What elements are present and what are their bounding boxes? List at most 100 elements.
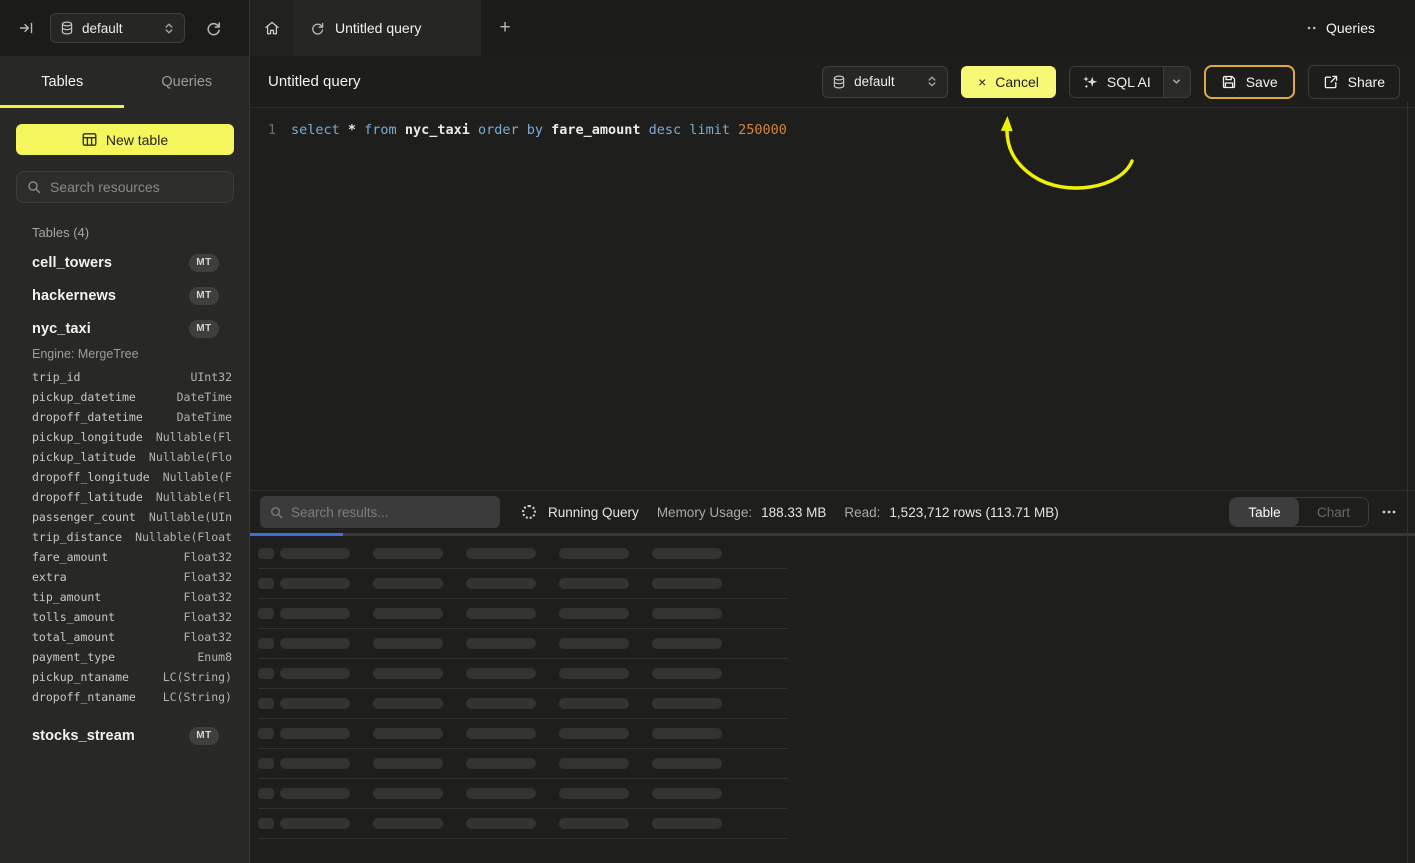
resource-search-input[interactable]	[50, 179, 223, 195]
skeleton-cell	[466, 548, 536, 559]
column-item: trip_idUInt32	[16, 367, 233, 387]
queries-dots-icon	[1306, 22, 1318, 34]
results-search-input[interactable]	[291, 505, 490, 520]
column-item: dropoff_longitudeNullable(F	[16, 467, 233, 487]
skeleton-cell	[280, 638, 350, 649]
results-panel: Running Query Memory Usage: 188.33 MB Re…	[250, 490, 1415, 863]
queries-link[interactable]: Queries	[1306, 0, 1375, 56]
query-tab[interactable]: Untitled query	[294, 0, 481, 56]
read-value: 1,523,712 rows (113.71 MB)	[889, 505, 1058, 520]
skeleton-cell	[652, 608, 722, 619]
column-type: UInt32	[190, 370, 232, 384]
line-number: 1	[250, 121, 276, 139]
database-selector[interactable]: default	[50, 13, 185, 43]
skeleton-cell	[258, 698, 274, 709]
save-floppy-icon	[1221, 74, 1237, 90]
tab-bar: Untitled query + Queries	[250, 0, 1415, 56]
cancel-button[interactable]: × Cancel	[961, 66, 1056, 98]
read-label: Read:	[844, 505, 880, 520]
column-type: Float32	[184, 550, 232, 564]
save-button[interactable]: Save	[1204, 65, 1295, 99]
results-loading-skeleton	[250, 536, 1415, 839]
new-table-label: New table	[106, 132, 168, 148]
column-type: Float32	[184, 610, 232, 624]
skeleton-cell	[652, 788, 722, 799]
column-item: pickup_longitudeNullable(Fl	[16, 427, 233, 447]
skeleton-cell	[559, 788, 629, 799]
engine-label: Engine: MergeTree	[32, 347, 233, 361]
column-name: dropoff_ntaname	[32, 690, 136, 704]
skeleton-row	[258, 539, 788, 569]
memory-usage-value: 188.33 MB	[761, 505, 826, 520]
skeleton-row	[258, 719, 788, 749]
skeleton-cell	[280, 818, 350, 829]
toolbar-database-selector[interactable]: default	[822, 66, 948, 98]
skeleton-cell	[559, 578, 629, 589]
column-type: Float32	[184, 570, 232, 584]
sql-token: 250000	[738, 122, 787, 138]
cancel-button-label: Cancel	[995, 74, 1039, 90]
sql-ai-dropdown-button[interactable]	[1164, 67, 1190, 97]
share-button[interactable]: Share	[1308, 65, 1400, 99]
refresh-button[interactable]	[201, 16, 226, 41]
table-item[interactable]: cell_towersMT	[16, 246, 233, 279]
view-toggle: Table Chart	[1229, 497, 1369, 527]
tables-list: cell_towersMThackernewsMTnyc_taxiMT Engin…	[16, 246, 233, 752]
sql-token: select	[291, 122, 348, 138]
skeleton-cell	[280, 578, 350, 589]
table-name: stocks_stream	[32, 728, 135, 744]
table-item[interactable]: stocks_streamMT	[16, 719, 233, 752]
more-options-button[interactable]	[1381, 504, 1397, 520]
loading-spinner-icon	[522, 505, 536, 519]
column-type: LC(String)	[163, 670, 232, 684]
column-item: fare_amountFloat32	[16, 547, 233, 567]
new-tab-button[interactable]: +	[481, 0, 529, 56]
queries-link-label: Queries	[1326, 20, 1375, 36]
column-item: dropoff_ntanameLC(String)	[16, 687, 233, 707]
column-name: total_amount	[32, 630, 115, 644]
skeleton-cell	[466, 668, 536, 679]
skeleton-cell	[652, 578, 722, 589]
home-tab-button[interactable]	[250, 0, 294, 56]
skeleton-cell	[466, 728, 536, 739]
query-status: Running Query	[548, 505, 639, 520]
column-item: tip_amountFloat32	[16, 587, 233, 607]
skeleton-row	[258, 659, 788, 689]
table-item[interactable]: hackernewsMT	[16, 279, 233, 312]
chevron-updown-icon	[163, 22, 175, 35]
column-name: dropoff_latitude	[32, 490, 143, 504]
save-button-label: Save	[1246, 74, 1278, 90]
column-item: tolls_amountFloat32	[16, 607, 233, 627]
sidebar-tab-tables[interactable]: Tables	[0, 56, 125, 108]
sql-ai-button[interactable]: SQL AI	[1070, 67, 1163, 97]
scrollbar-gutter[interactable]	[1407, 102, 1408, 863]
column-item: pickup_ntanameLC(String)	[16, 667, 233, 687]
column-name: pickup_longitude	[32, 430, 143, 444]
sql-ai-label: SQL AI	[1107, 74, 1151, 90]
skeleton-cell	[280, 788, 350, 799]
sidebar-header: default	[0, 0, 249, 56]
skeleton-cell	[652, 758, 722, 769]
skeleton-cell	[652, 698, 722, 709]
skeleton-cell	[373, 698, 443, 709]
engine-badge: MT	[189, 254, 219, 272]
skeleton-cell	[280, 698, 350, 709]
column-type: Nullable(Fl	[156, 490, 232, 504]
column-item: pickup_latitudeNullable(Flo	[16, 447, 233, 467]
skeleton-row	[258, 809, 788, 839]
collapse-sidebar-button[interactable]	[14, 16, 38, 40]
skeleton-row	[258, 599, 788, 629]
new-table-button[interactable]: New table	[16, 124, 234, 155]
view-toggle-table[interactable]: Table	[1230, 498, 1299, 526]
view-toggle-chart[interactable]: Chart	[1299, 498, 1368, 526]
skeleton-cell	[258, 608, 274, 619]
skeleton-cell	[652, 728, 722, 739]
table-item[interactable]: nyc_taxiMT	[16, 312, 233, 345]
column-item: dropoff_datetimeDateTime	[16, 407, 233, 427]
sidebar-tab-queries[interactable]: Queries	[125, 56, 250, 108]
sql-token: *	[348, 122, 364, 138]
column-item: dropoff_latitude Nullable(Fl	[16, 487, 233, 507]
query-progress-bar	[250, 533, 1415, 536]
sql-editor[interactable]: 1 select * from nyc_taxi order by fare_a…	[250, 108, 1415, 490]
skeleton-cell	[373, 578, 443, 589]
